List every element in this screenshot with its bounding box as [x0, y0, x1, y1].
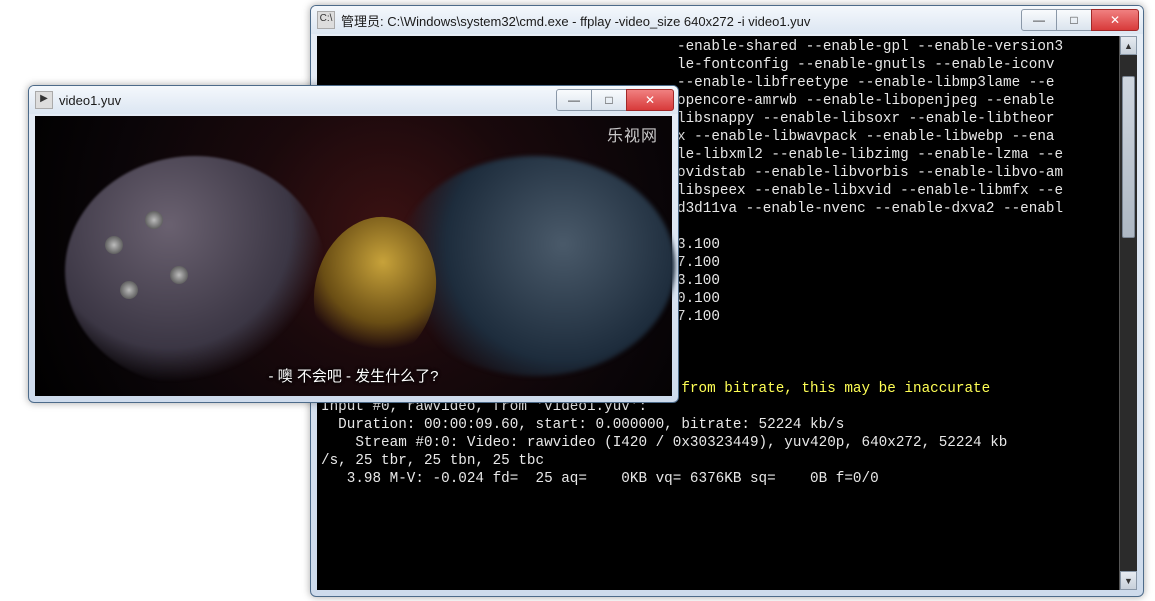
video-client[interactable]: 乐视网 - 噢 不会吧 - 发生什么了? — [35, 116, 672, 396]
close-button[interactable]: ✕ — [1091, 9, 1139, 31]
minimize-button[interactable]: — — [1021, 9, 1057, 31]
minimize-button[interactable]: — — [556, 89, 592, 111]
video-titlebar[interactable]: ▶ video1.yuv — □ ✕ — [29, 86, 678, 114]
scroll-down-arrow-icon[interactable]: ▼ — [1120, 571, 1137, 590]
video-frame: 乐视网 - 噢 不会吧 - 发生什么了? — [35, 116, 672, 396]
scroll-thumb[interactable] — [1122, 76, 1135, 238]
maximize-button[interactable]: □ — [1057, 9, 1091, 31]
video-subtitle: - 噢 不会吧 - 发生什么了? — [35, 365, 672, 386]
scroll-up-arrow-icon[interactable]: ▲ — [1120, 36, 1137, 55]
scrollbar[interactable]: ▲ ▼ — [1119, 36, 1137, 590]
cmd-title: 管理员: C:\Windows\system32\cmd.exe - ffpla… — [341, 11, 1021, 30]
cmd-titlebar[interactable]: C:\ 管理员: C:\Windows\system32\cmd.exe - f… — [311, 6, 1143, 34]
close-button[interactable]: ✕ — [626, 89, 674, 111]
ffplay-icon: ▶ — [35, 91, 53, 109]
video-title: video1.yuv — [59, 93, 556, 108]
maximize-button[interactable]: □ — [592, 89, 626, 111]
cmd-icon: C:\ — [317, 11, 335, 29]
video-watermark: 乐视网 — [607, 122, 658, 146]
video-window: ▶ video1.yuv — □ ✕ 乐视网 - 噢 不会吧 - 发生什么了? — [28, 85, 679, 403]
